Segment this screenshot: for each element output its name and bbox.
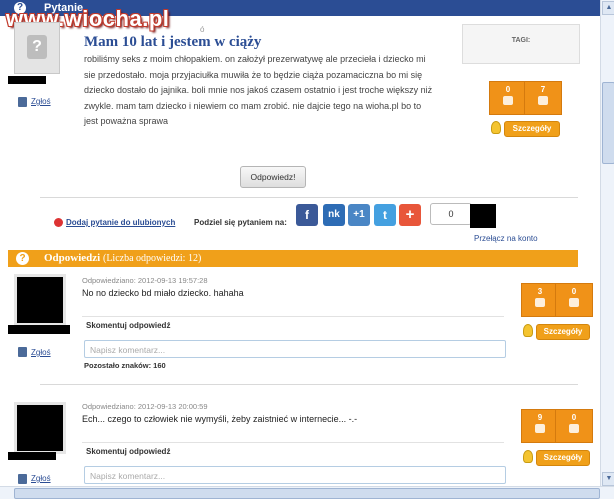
answers-header-title: Odpowiedzi (Liczba odpowiedzi: 12) [44,252,201,264]
vote-down-button[interactable]: 7 [524,81,562,115]
vote-up-button[interactable]: 9 [521,409,559,443]
answer-timestamp: Odpowiedziano: 2012-09-13 20:00:59 [82,402,208,411]
heart-icon [54,218,63,227]
scroll-down-icon[interactable]: ▼ [602,472,614,486]
add-to-favorites-link[interactable]: Dodaj pytanie do ulubionych [66,218,175,227]
vote-down-button[interactable]: 0 [555,283,593,317]
add-share-icon[interactable]: + [399,204,421,226]
question-mark-icon: ? [16,252,29,265]
switch-account-link[interactable]: Przełącz na konto [474,234,538,243]
report-link[interactable]: Zgłoś [31,474,51,483]
vertical-scrollbar[interactable]: ▲ ▼ [600,0,614,486]
thumbs-up-icon [503,96,513,105]
answer-timestamp: Odpowiedziano: 2012-09-13 19:57:28 [82,276,208,285]
nk-icon[interactable]: nk [323,204,345,226]
tags-box: TAGI: [462,24,580,64]
horizontal-scrollbar[interactable] [0,486,614,499]
details-button[interactable]: Szczegóły [536,324,590,340]
divider [40,197,578,198]
google-plus-one-icon[interactable]: +1 [348,204,370,226]
question-body: robiliśmy seks z moim chłopakiem. on zał… [84,54,433,126]
answer-button[interactable]: Odpowiedz! [240,166,306,188]
lightbulb-icon [523,450,533,463]
trash-icon[interactable] [18,97,27,107]
comment-title: Skomentuj odpowiedź [86,321,171,330]
vote-up-button[interactable]: 3 [521,283,559,317]
vote-down-count: 0 [571,287,577,296]
answer-avatar [14,402,66,454]
question-title: Mam 10 lat i jestem w ciąży [84,34,262,50]
comment-title: Skomentuj odpowiedź [86,447,171,456]
thumbs-up-icon [535,298,545,307]
vote-down-button[interactable]: 0 [555,409,593,443]
share-label: Podziel się pytaniem na: [194,218,287,227]
share-counter: 0 [430,203,472,225]
thumbs-up-icon [535,424,545,433]
scroll-up-icon[interactable]: ▲ [602,1,614,15]
tags-label: TAGI: [511,37,531,44]
vote-down-count: 7 [540,85,546,94]
redacted-avatar [470,204,496,228]
comment-input[interactable]: Napisz komentarz... [84,340,506,358]
vote-up-count: 0 [505,85,511,94]
details-button[interactable]: Szczegóły [536,450,590,466]
thumbs-down-icon [569,298,579,307]
vote-down-count: 0 [571,413,577,422]
question-title-extra: ó [200,25,205,34]
thumbs-down-icon [569,424,579,433]
facebook-icon[interactable]: f [296,204,318,226]
comment-input[interactable]: Napisz komentarz... [84,466,506,484]
remaining-chars: Pozostało znaków: 160 [84,361,166,370]
trash-icon[interactable] [18,474,27,484]
trash-icon[interactable] [18,347,27,357]
avatar-placeholder-icon: ? [27,35,47,59]
scrollbar-thumb[interactable] [14,488,600,499]
answer-text: No no dziecko bd miało dziecko. hahaha [82,288,244,298]
redacted-username [8,76,46,84]
answers-title: Odpowiedzi [44,252,101,264]
redacted-username [8,325,70,334]
answer-avatar [14,274,66,326]
answer-text: Ech... czego to człowiek nie wymyśli, że… [82,414,358,424]
report-link[interactable]: Zgłoś [31,348,51,357]
answers-count: (Liczba odpowiedzi: 12) [102,253,202,264]
thumbs-down-icon [538,96,548,105]
twitter-icon[interactable]: t [374,204,396,226]
vote-up-count: 9 [537,413,543,422]
vote-up-button[interactable]: 0 [489,81,527,115]
asker-avatar: ? [14,22,60,74]
redacted-username [8,452,56,460]
details-button[interactable]: Szczegóły [504,121,560,137]
divider [40,384,578,385]
scrollbar-thumb[interactable] [602,82,614,164]
lightbulb-icon [491,121,501,134]
report-link[interactable]: Zgłoś [31,97,51,106]
vote-up-count: 3 [537,287,543,296]
lightbulb-icon [523,324,533,337]
